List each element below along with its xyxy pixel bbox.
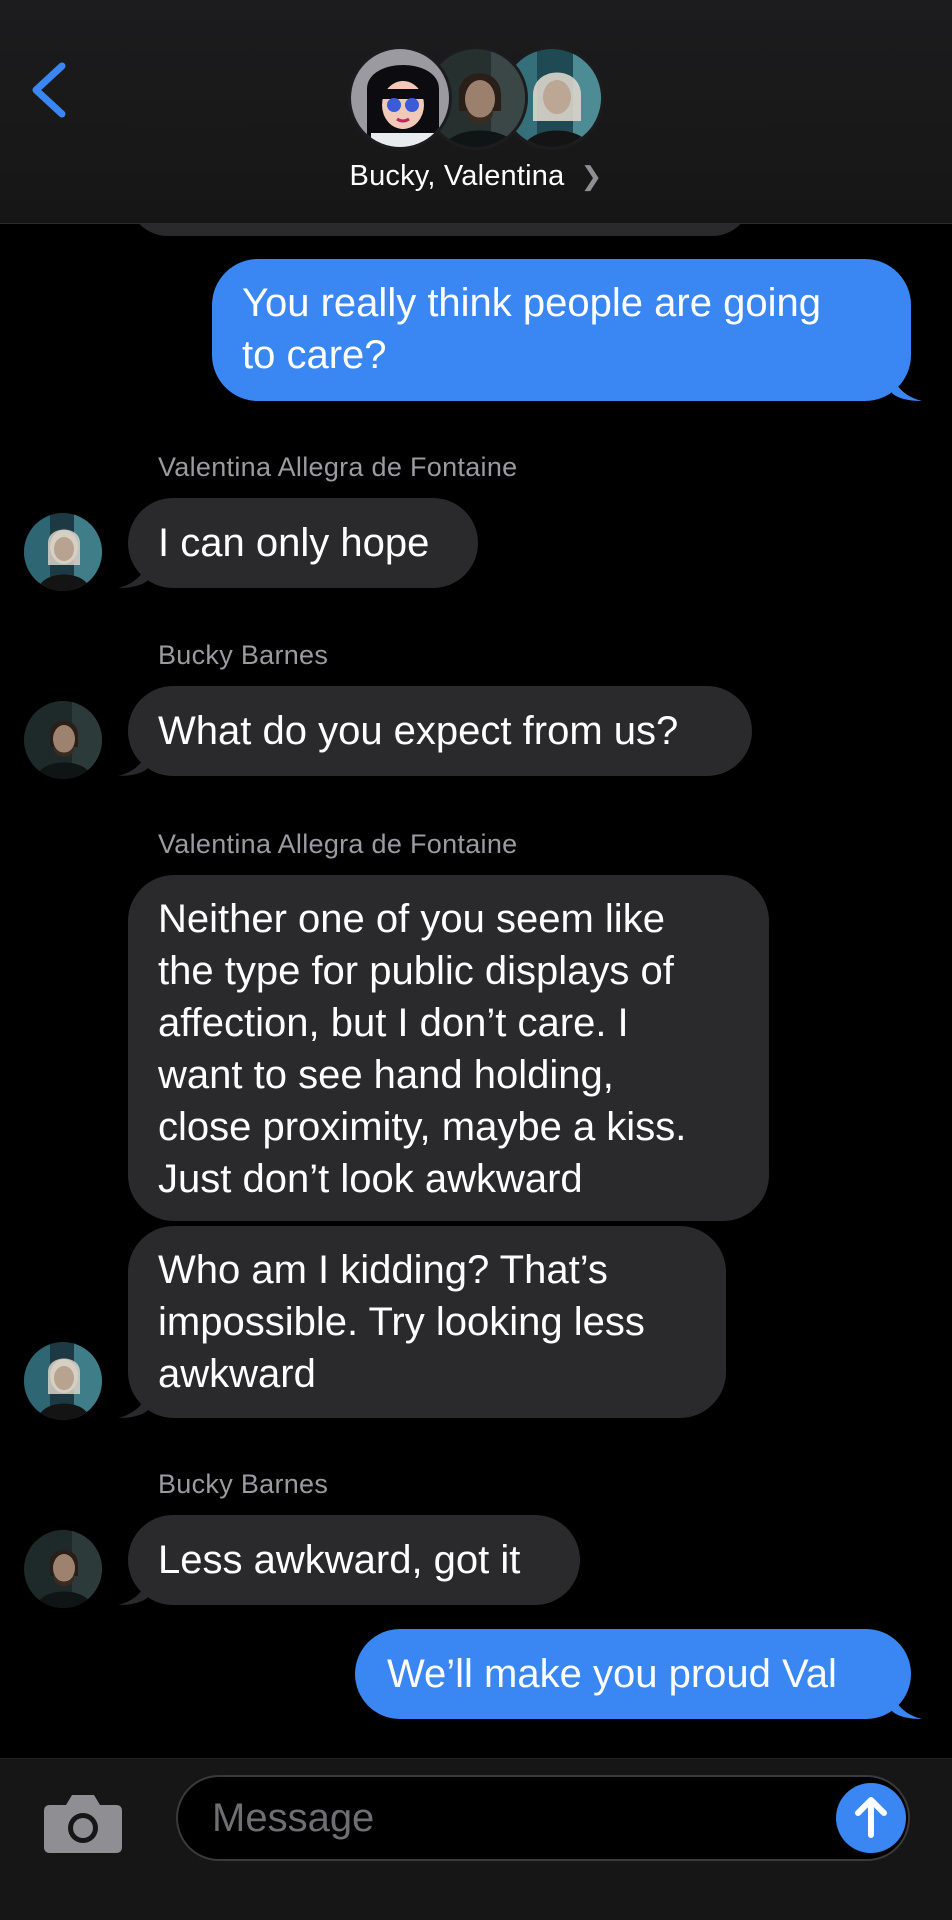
incoming-message-bubble[interactable]: I can only hope bbox=[128, 498, 478, 588]
sender-name: Bucky Barnes bbox=[158, 1469, 329, 1499]
avatar-bucky[interactable] bbox=[24, 1530, 102, 1608]
message-text-line: I can only hope bbox=[158, 521, 430, 565]
avatar-valentina[interactable] bbox=[24, 513, 102, 591]
send-button[interactable] bbox=[836, 1783, 906, 1853]
bubble-tail bbox=[118, 1575, 148, 1605]
avatar-valentina[interactable] bbox=[24, 1342, 102, 1420]
avatar-bucky[interactable] bbox=[24, 701, 102, 779]
chevron-right-icon: ❯ bbox=[580, 161, 603, 191]
bubble-tail bbox=[892, 371, 922, 401]
bubble-tail bbox=[118, 1388, 148, 1418]
incoming-message-bubble[interactable]: Who am I kidding? That’s impossible. Try… bbox=[128, 1226, 726, 1418]
sender-name: Bucky Barnes bbox=[158, 640, 329, 670]
outgoing-message-bubble[interactable]: You really think people are going to car… bbox=[212, 259, 911, 401]
sender-name: Valentina Allegra de Fontaine bbox=[158, 829, 518, 859]
back-button[interactable] bbox=[26, 58, 72, 122]
incoming-message-bubble[interactable]: What do you expect from us? bbox=[128, 686, 752, 776]
message-text-line: Just don’t look awkward bbox=[158, 1157, 583, 1201]
message-input-field[interactable] bbox=[176, 1775, 910, 1861]
message-text-line: impossible. Try looking less bbox=[158, 1300, 645, 1344]
message-text-line: close proximity, maybe a kiss. bbox=[158, 1105, 687, 1149]
message-text-line: the type for public displays of bbox=[158, 949, 674, 993]
sender-name: Valentina Allegra de Fontaine bbox=[158, 452, 518, 482]
message-text-line: Neither one of you seem like bbox=[158, 897, 665, 941]
conversation-title-text: Bucky, Valentina bbox=[349, 160, 565, 192]
incoming-message-bubble[interactable]: Neither one of you seem like the type fo… bbox=[128, 875, 769, 1221]
bubble-tail bbox=[118, 746, 148, 776]
avatar-user bbox=[348, 46, 452, 150]
chevron-left-icon bbox=[32, 62, 66, 118]
incoming-message-bubble[interactable]: Less awkward, got it bbox=[128, 1515, 580, 1605]
message-text-line: affection, but I don’t care. I bbox=[158, 1001, 629, 1045]
camera-icon bbox=[44, 1795, 122, 1853]
outgoing-message-bubble[interactable]: We’ll make you proud Val bbox=[355, 1629, 911, 1719]
compose-bar bbox=[0, 1758, 952, 1920]
message-input[interactable] bbox=[212, 1791, 792, 1845]
group-avatars[interactable] bbox=[348, 46, 604, 150]
messages-screen: You really think people are going to car… bbox=[0, 0, 952, 1920]
message-transcript[interactable]: You really think people are going to car… bbox=[0, 0, 952, 1760]
message-text-line: to care? bbox=[242, 333, 387, 377]
message-text-line: want to see hand holding, bbox=[158, 1053, 614, 1097]
bubble-tail bbox=[892, 1689, 922, 1719]
arrow-up-icon bbox=[855, 1797, 887, 1838]
message-text-line: What do you expect from us? bbox=[158, 709, 679, 753]
conversation-header: Bucky, Valentina ❯ bbox=[0, 0, 952, 224]
bubble-tail bbox=[118, 558, 148, 588]
message-text-line: You really think people are going bbox=[242, 281, 821, 325]
message-text-line: We’ll make you proud Val bbox=[387, 1652, 837, 1696]
conversation-title[interactable]: Bucky, Valentina ❯ bbox=[0, 160, 952, 193]
camera-button[interactable] bbox=[42, 1789, 124, 1855]
message-text-line: Who am I kidding? That’s bbox=[158, 1248, 608, 1292]
message-text-line: Less awkward, got it bbox=[158, 1538, 521, 1582]
message-text-line: awkward bbox=[158, 1352, 316, 1396]
